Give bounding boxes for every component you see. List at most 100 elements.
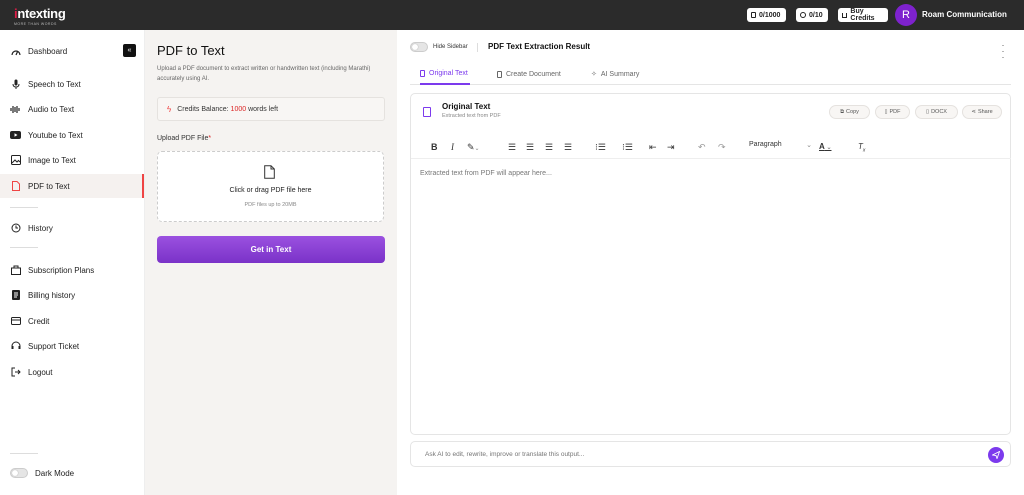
sidebar-item-support-ticket[interactable]: Support Ticket xyxy=(0,334,144,358)
sidebar: Dashboard « Speech to Text Audio to Text… xyxy=(0,30,145,495)
align-justify-icon[interactable]: ☰ xyxy=(564,141,572,153)
credits-suffix: words left xyxy=(248,105,279,113)
sidebar-item-pdf-to-text[interactable]: PDF to Text xyxy=(0,174,144,198)
tab-create-document[interactable]: Create Document xyxy=(497,63,561,85)
align-left-icon[interactable]: ☰ xyxy=(508,141,516,153)
dark-mode-label: Dark Mode xyxy=(35,468,75,478)
sidebar-item-label: Credit xyxy=(28,316,50,326)
ai-prompt-input[interactable] xyxy=(425,447,965,462)
highlight-icon[interactable]: ✎⌄ xyxy=(467,141,480,155)
header-divider xyxy=(477,43,478,52)
sidebar-item-label: Logout xyxy=(28,367,53,377)
download-docx-button[interactable]: ▯ DOCX xyxy=(915,105,958,119)
align-center-icon[interactable]: ☰ xyxy=(526,141,534,153)
clear-formatting-icon[interactable]: Tx xyxy=(858,141,865,157)
numbered-list-icon[interactable]: ⁝☰ xyxy=(622,141,633,153)
credit-icon xyxy=(10,316,21,327)
top-bar: iintextingntexting MORE THAN WORDS 0/100… xyxy=(0,0,1024,30)
audio-wave-icon xyxy=(10,104,21,115)
bullet-list-icon[interactable]: ⁝☰ xyxy=(595,141,606,153)
copy-button[interactable]: ⧉ Copy xyxy=(829,105,870,119)
hide-sidebar-row: Hide Sidebar xyxy=(410,42,468,52)
formatting-toolbar: B I ✎⌄ ☰ ☰ ☰ ☰ ⁝☰ ⁝☰ ⇤ ⇥ ↶ ↷ Paragraph ⌄… xyxy=(411,135,1011,159)
dark-mode-row: Dark Mode xyxy=(10,468,74,478)
tab-label: Create Document xyxy=(506,70,561,78)
chevron-down-icon: ⌄ xyxy=(806,142,812,149)
avatar[interactable]: R xyxy=(895,4,917,26)
indent-icon[interactable]: ⇥ xyxy=(667,141,675,153)
outdent-icon[interactable]: ⇤ xyxy=(649,141,657,153)
sidebar-item-speech-to-text[interactable]: Speech to Text xyxy=(0,72,144,96)
sidebar-item-label: Speech to Text xyxy=(28,79,81,89)
double-chevron-left-icon: « xyxy=(127,47,132,54)
sidebar-item-label: PDF to Text xyxy=(28,181,70,191)
words-counter: 0/1000 xyxy=(759,11,781,19)
tab-label: AI Summary xyxy=(600,70,640,78)
pdf-icon: ▯ xyxy=(884,109,888,115)
sidebar-divider xyxy=(10,453,38,454)
time-counter-pill[interactable]: 0/10 xyxy=(796,8,828,22)
tab-ai-summary[interactable]: ✧ AI Summary xyxy=(591,63,639,85)
pdf-dropzone[interactable]: Click or drag PDF file here PDF files up… xyxy=(157,151,384,222)
text-color-icon[interactable]: A ⌄ xyxy=(819,141,831,154)
share-label: Share xyxy=(977,109,993,115)
image-icon xyxy=(10,155,21,166)
sidebar-item-image-to-text[interactable]: Image to Text xyxy=(0,148,144,172)
more-options-icon[interactable]: · · · xyxy=(999,41,1007,62)
paragraph-style-select[interactable]: Paragraph ⌄ xyxy=(749,141,812,153)
youtube-icon xyxy=(10,130,21,141)
collapse-sidebar-button[interactable]: « xyxy=(123,44,136,57)
page-description: Upload a PDF document to extract written… xyxy=(157,66,371,82)
sidebar-item-audio-to-text[interactable]: Audio to Text xyxy=(0,97,144,121)
sidebar-item-logout[interactable]: Logout xyxy=(0,360,144,384)
logout-icon xyxy=(10,367,21,378)
logo-tagline: MORE THAN WORDS xyxy=(14,22,57,26)
editor-content[interactable]: Extracted text from PDF will appear here… xyxy=(420,170,552,177)
required-mark: * xyxy=(208,135,212,142)
sidebar-divider xyxy=(10,247,38,248)
sidebar-item-label: Image to Text xyxy=(28,155,76,165)
user-name[interactable]: Roam Communication xyxy=(922,10,1007,19)
document-icon xyxy=(423,107,431,117)
sidebar-item-youtube-to-text[interactable]: Youtube to Text xyxy=(0,123,144,147)
subscription-icon xyxy=(10,265,21,276)
dropzone-text: Click or drag PDF file here xyxy=(229,187,312,194)
pdf-icon xyxy=(10,181,21,192)
sidebar-item-billing-history[interactable]: Billing history xyxy=(0,283,144,307)
sidebar-item-credit[interactable]: Credit xyxy=(0,309,144,333)
dark-mode-toggle[interactable] xyxy=(10,468,28,478)
undo-icon[interactable]: ↶ xyxy=(698,141,706,153)
hide-sidebar-label: Hide Sidebar xyxy=(433,44,468,50)
upload-label-text: Upload PDF File xyxy=(157,135,209,142)
sidebar-item-subscription-plans[interactable]: Subscription Plans xyxy=(0,258,144,282)
hide-sidebar-toggle[interactable] xyxy=(410,42,428,52)
send-button[interactable] xyxy=(988,447,1004,463)
get-in-text-button[interactable]: Get in Text xyxy=(157,236,385,263)
align-right-icon[interactable]: ☰ xyxy=(545,141,553,153)
clock-icon xyxy=(800,12,806,18)
italic-icon[interactable]: I xyxy=(451,141,454,153)
file-icon: ▯ xyxy=(926,109,930,115)
support-icon xyxy=(10,341,21,352)
buy-credits-button[interactable]: Buy Credits xyxy=(838,8,888,22)
upload-panel: PDF to Text Upload a PDF document to ext… xyxy=(145,30,397,495)
sidebar-item-history[interactable]: History xyxy=(0,216,144,240)
share-button[interactable]: ⋖ Share xyxy=(962,105,1002,119)
tab-original-text[interactable]: Original Text xyxy=(420,63,470,85)
app-logo[interactable]: iintextingntexting MORE THAN WORDS xyxy=(14,6,66,27)
download-pdf-button[interactable]: ▯ PDF xyxy=(875,105,910,119)
send-icon xyxy=(992,451,1000,459)
document-icon xyxy=(420,69,425,77)
redo-icon[interactable]: ↷ xyxy=(718,141,726,153)
text-editor: Original Text Extracted text from PDF ⧉ C… xyxy=(410,93,1011,435)
ai-chat-bar xyxy=(410,441,1011,467)
microphone-icon xyxy=(10,79,21,90)
bold-icon[interactable]: B xyxy=(431,141,438,153)
sidebar-item-label: Youtube to Text xyxy=(28,130,83,140)
chevron-down-icon: ⌄ xyxy=(824,145,832,151)
words-counter-pill[interactable]: 0/1000 xyxy=(747,8,786,22)
page-title: PDF to Text xyxy=(157,43,225,58)
cart-icon xyxy=(842,12,848,18)
copy-icon: ⧉ xyxy=(840,108,845,115)
copy-label: Copy xyxy=(846,109,859,115)
